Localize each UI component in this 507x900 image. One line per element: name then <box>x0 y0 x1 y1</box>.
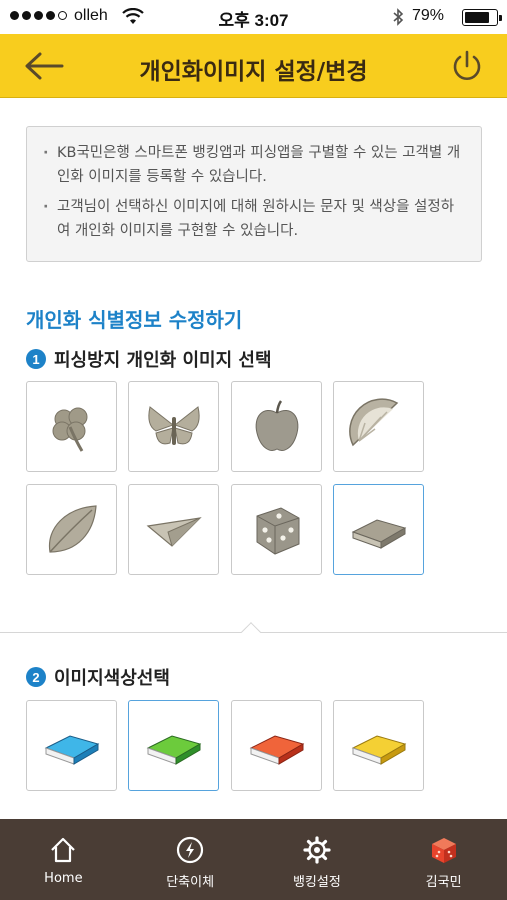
image-option-clover[interactable] <box>26 381 117 472</box>
home-icon <box>51 837 76 863</box>
nav-home[interactable]: Home <box>0 819 127 900</box>
color-option-red[interactable] <box>231 700 322 791</box>
power-button[interactable] <box>450 48 484 84</box>
image-option-apple[interactable] <box>231 381 322 472</box>
image-option-dice[interactable] <box>231 484 322 575</box>
clover-icon <box>52 407 87 452</box>
book-icon <box>44 734 99 765</box>
nav-profile[interactable]: 김국민 <box>380 819 507 900</box>
step1-label: 피싱방지 개인화 이미지 선택 <box>54 350 272 371</box>
book-icon <box>249 734 304 765</box>
lightning-icon <box>177 836 204 864</box>
step2-label: 이미지색상선택 <box>54 668 170 689</box>
dice-icon <box>256 506 299 555</box>
image-option-lemon[interactable] <box>333 381 424 472</box>
lemon-icon <box>348 398 398 446</box>
battery-percent: 79% <box>412 7 445 24</box>
nav-quick-transfer[interactable]: 단축이체 <box>127 819 254 900</box>
leaf-icon <box>48 504 97 553</box>
nav-label: Home <box>44 871 83 886</box>
nav-label: 김국민 <box>425 875 462 890</box>
profile-cube-icon <box>431 838 456 863</box>
nav-label: 뱅킹설정 <box>292 875 341 890</box>
step1-heading: 1 피싱방지 개인화 이미지 선택 <box>26 346 272 372</box>
apple-icon <box>255 399 298 451</box>
section-title: 개인화 식별정보 수정하기 <box>26 308 243 332</box>
book-icon <box>351 734 406 765</box>
nav-label: 단축이체 <box>166 875 215 890</box>
notice-item: 고객님이 선택하신 이미지에 대해 원하시는 문자 및 색상을 설정하여 개인화… <box>43 195 467 243</box>
header: 개인화이미지 설정/변경 <box>0 34 507 98</box>
page-title: 개인화이미지 설정/변경 <box>139 59 368 85</box>
image-option-paper-plane[interactable] <box>128 484 219 575</box>
paper-plane-icon <box>146 516 202 547</box>
battery-icon <box>462 9 502 26</box>
nav-banking-settings[interactable]: 뱅킹설정 <box>254 819 381 900</box>
book-icon <box>351 518 406 549</box>
book-icon <box>146 734 201 765</box>
gear-icon <box>303 836 331 864</box>
image-option-book[interactable] <box>333 484 424 575</box>
step-number-badge: 1 <box>26 349 46 369</box>
bottom-nav: Home 단축이체 뱅킹설정 김국민 <box>0 819 507 900</box>
notice-box: KB국민은행 스마트폰 뱅킹앱과 피싱앱을 구별할 수 있는 고객별 개인화 이… <box>26 126 482 262</box>
color-option-yellow[interactable] <box>333 700 424 791</box>
bluetooth-icon <box>393 8 404 26</box>
notice-item: KB국민은행 스마트폰 뱅킹앱과 피싱앱을 구별할 수 있는 고객별 개인화 이… <box>43 141 467 189</box>
butterfly-icon <box>147 405 200 445</box>
step2-heading: 2 이미지색상선택 <box>26 664 170 690</box>
image-option-butterfly[interactable] <box>128 381 219 472</box>
image-option-leaf[interactable] <box>26 484 117 575</box>
power-icon <box>453 50 481 80</box>
step-number-badge: 2 <box>26 667 46 687</box>
color-option-blue[interactable] <box>26 700 117 791</box>
status-bar: olleh 오후 3:07 79% <box>0 0 507 34</box>
color-option-green[interactable] <box>128 700 219 791</box>
